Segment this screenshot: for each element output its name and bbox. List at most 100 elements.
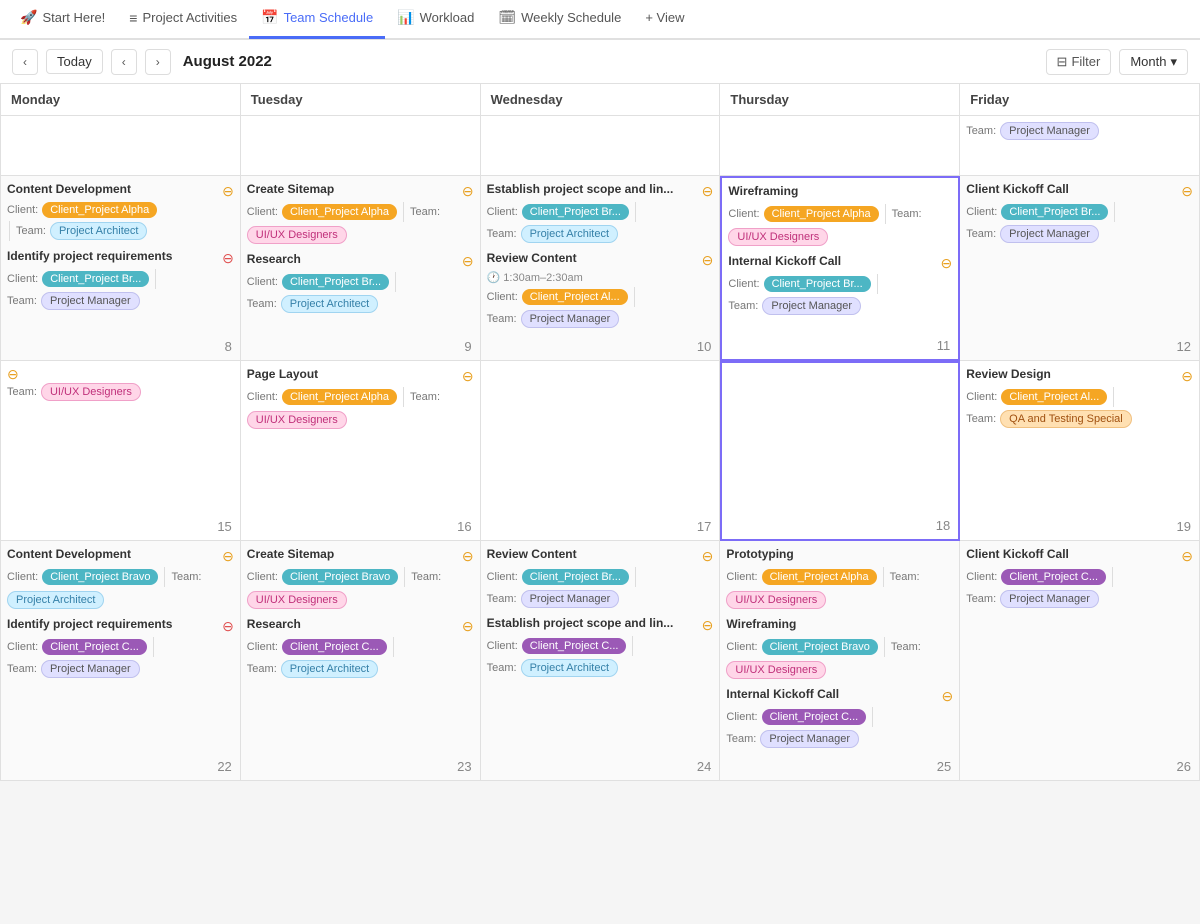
tag-project-manager[interactable]: Project Manager: [521, 590, 620, 608]
tag-client-al[interactable]: Client_Project Al...: [1001, 389, 1107, 405]
day-number-22: 22: [217, 759, 231, 774]
tag-client-bravo-full[interactable]: Client_Project Bravo: [762, 639, 878, 655]
day-cell-25: Prototyping Client: Client_Project Alpha…: [720, 541, 960, 781]
calendar-container: Monday Tuesday Wednesday Thursday Friday…: [0, 84, 1200, 924]
tag-client-bravo[interactable]: Client_Project Br...: [522, 569, 629, 585]
tag-qa[interactable]: QA and Testing Special: [1000, 410, 1132, 428]
day-number-16: 16: [457, 519, 471, 534]
tag-client-charlie[interactable]: Client_Project C...: [282, 639, 387, 655]
tag-client-charlie[interactable]: Client_Project C...: [42, 639, 147, 655]
prev-period-button[interactable]: ‹: [12, 49, 38, 75]
tab-workload[interactable]: 📊 Workload: [385, 0, 486, 39]
task-overflow-15: ⊖ Team: UI/UX Designers: [7, 367, 234, 401]
minus-icon: ⊖: [7, 367, 19, 381]
tag-client-bravo-full[interactable]: Client_Project Bravo: [42, 569, 158, 585]
tag-uiux[interactable]: UI/UX Designers: [247, 411, 347, 429]
today-button[interactable]: Today: [46, 49, 103, 74]
minus-icon: ⊖: [702, 184, 714, 198]
tab-team-schedule[interactable]: 📅 Team Schedule: [249, 0, 385, 39]
tag-project-manager[interactable]: Project Manager: [762, 297, 861, 315]
day-number-11: 11: [937, 338, 951, 353]
tab-start[interactable]: 🚀 Start Here!: [8, 0, 117, 39]
tag-uiux[interactable]: UI/UX Designers: [247, 591, 347, 609]
tag-project-manager[interactable]: Project Manager: [1000, 122, 1099, 140]
tag-project-architect[interactable]: Project Architect: [281, 295, 378, 313]
tag-uiux[interactable]: UI/UX Designers: [247, 226, 347, 244]
tag-project-architect[interactable]: Project Architect: [521, 659, 618, 677]
minus-icon: ⊖: [702, 549, 714, 563]
month-view-button[interactable]: Month ▾: [1119, 49, 1188, 75]
tag-client-charlie[interactable]: Client_Project C...: [1001, 569, 1106, 585]
calendar-grid: Monday Tuesday Wednesday Thursday Friday…: [0, 84, 1200, 781]
list-icon: ≡: [129, 10, 137, 26]
filter-button[interactable]: ⊟ Filter: [1046, 49, 1112, 75]
tag-project-manager[interactable]: Project Manager: [41, 292, 140, 310]
tag-project-manager[interactable]: Project Manager: [1000, 225, 1099, 243]
tag-project-manager[interactable]: Project Manager: [41, 660, 140, 678]
tag-client-alpha[interactable]: Client_Project Alpha: [764, 206, 879, 222]
next-arrow-button[interactable]: ›: [145, 49, 171, 75]
tab-project-activities[interactable]: ≡ Project Activities: [117, 0, 249, 39]
task-client-kickoff-12: Client Kickoff Call ⊖ Client: Client_Pro…: [966, 182, 1193, 243]
tag-client-al[interactable]: Client_Project Al...: [522, 289, 628, 305]
tag-client-alpha[interactable]: Client_Project Alpha: [282, 389, 397, 405]
tag-project-manager[interactable]: Project Manager: [1000, 590, 1099, 608]
day-number-15: 15: [217, 519, 231, 534]
tag-project-architect[interactable]: Project Architect: [521, 225, 618, 243]
day-number-12: 12: [1177, 339, 1191, 354]
tag-client-alpha[interactable]: Client_Project Alpha: [42, 202, 157, 218]
tag-project-architect[interactable]: Project Architect: [7, 591, 104, 609]
minus-icon: ⊖: [702, 618, 714, 632]
tag-project-manager[interactable]: Project Manager: [521, 310, 620, 328]
tag-client-bravo[interactable]: Client_Project Br...: [764, 276, 871, 292]
task-card-pm-partial: Team: Project Manager: [966, 122, 1193, 140]
tag-client-charlie[interactable]: Client_Project C...: [762, 709, 867, 725]
tag-client-bravo[interactable]: Client_Project Br...: [1001, 204, 1108, 220]
task-create-sitemap-23: Create Sitemap ⊖ Client: Client_Project …: [247, 547, 474, 609]
day-cell-partial-fri: Team: Project Manager: [960, 116, 1200, 176]
day-number-10: 10: [697, 339, 711, 354]
tag-project-architect[interactable]: Project Architect: [50, 222, 147, 240]
day-header-thursday: Thursday: [720, 84, 960, 116]
day-cell-8: Content Development ⊖ Client: Client_Pro…: [1, 176, 241, 361]
tag-uiux[interactable]: UI/UX Designers: [726, 591, 826, 609]
tag-client-alpha[interactable]: Client_Project Alpha: [282, 204, 397, 220]
tag-project-manager[interactable]: Project Manager: [760, 730, 859, 748]
task-research-9: Research ⊖ Client: Client_Project Br... …: [247, 252, 474, 313]
tag-uiux[interactable]: UI/UX Designers: [726, 661, 826, 679]
clock-icon: 🕐: [487, 271, 501, 284]
minus-icon: ⊖: [940, 256, 952, 270]
minus-icon: ⊖: [462, 549, 474, 563]
tag-client-charlie[interactable]: Client_Project C...: [522, 638, 627, 654]
tag-uiux[interactable]: UI/UX Designers: [728, 228, 828, 246]
tag-client-bravo[interactable]: Client_Project Br...: [42, 271, 149, 287]
tag-client-bravo-full[interactable]: Client_Project Bravo: [282, 569, 398, 585]
tag-uiux[interactable]: UI/UX Designers: [41, 383, 141, 401]
minus-icon: ⊖: [462, 369, 474, 383]
day-number-17: 17: [697, 519, 711, 534]
day-cell-17: 17: [481, 361, 721, 541]
tag-client-alpha[interactable]: Client_Project Alpha: [762, 569, 877, 585]
day-number-8: 8: [225, 339, 232, 354]
tab-weekly-schedule[interactable]: 🗓 Weekly Schedule: [486, 0, 633, 39]
tag-project-architect[interactable]: Project Architect: [281, 660, 378, 678]
day-number-18: 18: [936, 518, 950, 533]
prev-arrow-button[interactable]: ‹: [111, 49, 137, 75]
day-number-25: 25: [937, 759, 951, 774]
tag-client-bravo[interactable]: Client_Project Br...: [522, 204, 629, 220]
day-cell-partial-wed: [481, 116, 721, 176]
task-wireframing-25: Wireframing Client: Client_Project Bravo…: [726, 617, 953, 679]
tag-client-bravo[interactable]: Client_Project Br...: [282, 274, 389, 290]
task-create-sitemap-9: Create Sitemap ⊖ Client: Client_Project …: [247, 182, 474, 244]
minus-red-icon: ⊖: [222, 251, 234, 265]
task-review-design-19: Review Design ⊖ Client: Client_Project A…: [966, 367, 1193, 428]
task-identify-22: Identify project requirements ⊖ Client: …: [7, 617, 234, 678]
chevron-down-icon: ▾: [1170, 54, 1177, 70]
day-cell-16: Page Layout ⊖ Client: Client_Project Alp…: [241, 361, 481, 541]
task-identify-8: Identify project requirements ⊖ Client: …: [7, 249, 234, 310]
minus-icon: ⊖: [462, 254, 474, 268]
tab-view[interactable]: + View: [633, 0, 696, 39]
day-number-19: 19: [1177, 519, 1191, 534]
day-cell-19: Review Design ⊖ Client: Client_Project A…: [960, 361, 1200, 541]
day-number-9: 9: [464, 339, 471, 354]
